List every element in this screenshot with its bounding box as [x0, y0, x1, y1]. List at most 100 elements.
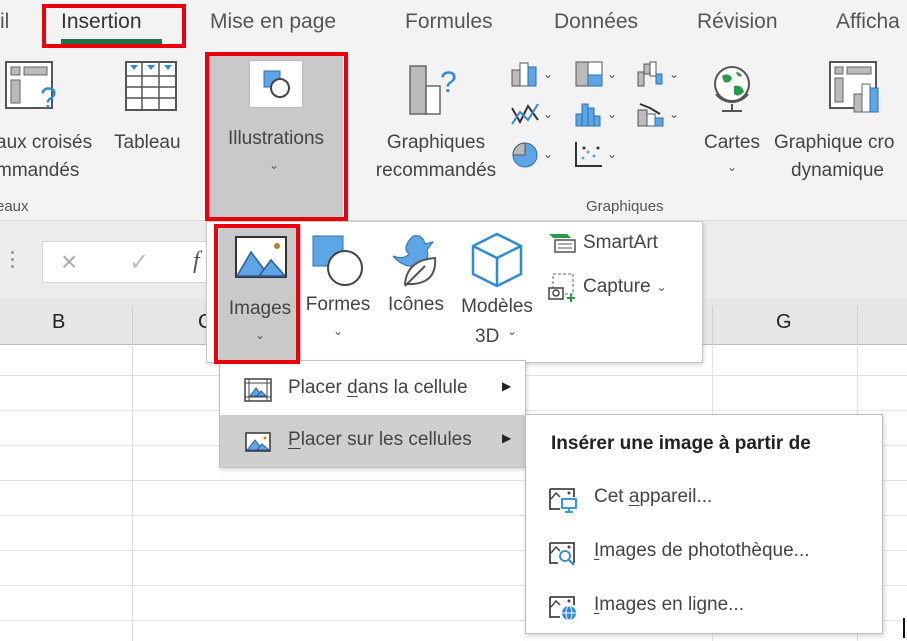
shapes-button[interactable]: Formes ⌄ — [303, 226, 373, 346]
images-label: Images — [228, 298, 292, 319]
tab-accueil[interactable]: il — [0, 10, 9, 34]
column-chart-button[interactable]: ⌄ — [510, 60, 553, 88]
submenu-arrow-icon: ▶ — [502, 379, 512, 393]
screenshot-icon — [548, 273, 575, 302]
ribbon: ? aux croisés mmandés Tableau eaux Illus… — [0, 48, 907, 221]
place-over-cells-icon — [245, 432, 271, 452]
pie-chart-button[interactable]: ⌄ — [510, 140, 553, 168]
enter-icon[interactable]: ✓ — [129, 248, 149, 277]
chevron-down-icon: ⌄ — [656, 280, 667, 294]
maps-label: Cartes — [704, 132, 760, 153]
icons-icon — [392, 235, 437, 287]
chevron-down-icon: ⌄ — [269, 158, 280, 172]
scatter-chart-button[interactable]: ⌄ — [574, 140, 617, 168]
cancel-icon[interactable]: × — [61, 246, 77, 278]
insert-image-from-submenu: Insérer une image à partir de Cet appare… — [525, 414, 883, 634]
place-in-cell-icon — [244, 378, 272, 402]
formula-bar-buttons: × ✓ f — [42, 241, 222, 283]
online-pictures-item[interactable]: Images en ligne... — [526, 587, 882, 627]
line-chart-icon — [511, 103, 539, 125]
illustrations-button[interactable]: Illustrations ⌄ — [209, 56, 343, 219]
pivot-chart-icon — [829, 61, 879, 113]
tab-revision[interactable]: Révision — [697, 10, 778, 34]
svg-text:?: ? — [440, 66, 457, 99]
shapes-label: Formes — [305, 294, 371, 315]
shapes-icon — [312, 235, 363, 286]
group-label-charts: Graphiques — [586, 198, 664, 215]
chevron-down-icon: ⌄ — [607, 107, 618, 121]
chevron-down-icon: ⌄ — [543, 147, 554, 161]
cube-icon — [471, 232, 523, 288]
submenu-heading: Insérer une image à partir de — [551, 433, 811, 454]
maps-button[interactable]: Cartes ⌄ — [700, 56, 764, 176]
3d-models-label-line1: Modèles — [461, 296, 533, 317]
chevron-down-icon: ⌄ — [255, 328, 266, 342]
place-over-cells-item[interactable]: Placer sur les cellules ▶ — [220, 415, 525, 467]
recommended-charts-icon: ? — [409, 65, 457, 115]
tab-mise-en-page[interactable]: Mise en page — [210, 10, 336, 34]
chevron-down-icon: ⌄ — [507, 324, 518, 338]
tab-formules[interactable]: Formules — [405, 10, 493, 34]
smartart-button[interactable]: SmartArt — [547, 232, 658, 254]
pivot-chart-button[interactable]: Graphique cro dynamique — [770, 56, 907, 186]
column-header-b[interactable]: B — [52, 311, 65, 334]
this-device-icon — [549, 488, 577, 513]
recommended-charts-button[interactable]: ? Graphiques recommandés — [362, 56, 507, 186]
tab-donnees[interactable]: Données — [554, 10, 638, 34]
pivot-label-line1: aux croisés — [0, 132, 93, 153]
screenshot-button[interactable]: Capture ⌄ — [547, 272, 667, 302]
stock-images-item[interactable]: Images de photothèque... — [526, 533, 882, 573]
chevron-down-icon: ⌄ — [669, 107, 680, 121]
column-header-g[interactable]: G — [776, 311, 792, 334]
hierarchy-chart-button[interactable]: ⌄ — [574, 60, 617, 88]
table-button[interactable]: Tableau — [112, 56, 192, 156]
active-tab-indicator — [61, 39, 162, 44]
waterfall-chart-icon — [637, 61, 663, 87]
smartart-label: SmartArt — [583, 232, 658, 253]
3d-models-label-line2: 3D — [475, 326, 500, 347]
grip-handle[interactable] — [11, 251, 15, 273]
stock-images-icon — [549, 542, 575, 566]
illustrations-label: Illustrations — [227, 128, 325, 149]
tab-affichage[interactable]: Afficha — [836, 10, 900, 34]
table-label: Tableau — [114, 132, 181, 153]
chevron-down-icon: ⌄ — [607, 147, 618, 161]
screenshot-label: Capture — [583, 276, 651, 297]
recommended-charts-line2: recommandés — [375, 160, 497, 181]
column-separator[interactable] — [132, 306, 133, 345]
pivot-label-line2: mmandés — [0, 160, 80, 181]
line-chart-button[interactable]: ⌄ — [510, 100, 553, 128]
illustrations-dropdown: Images ⌄ Formes ⌄ Icônes Modèles 3D ⌄ Sm… — [206, 221, 703, 364]
column-separator[interactable] — [857, 306, 858, 345]
recommended-pivot-button[interactable]: ? aux croisés mmandés — [0, 56, 108, 186]
ribbon-tabs: il Insertion Mise en page Formules Donné… — [0, 0, 907, 48]
shapes-icon — [263, 70, 290, 98]
3d-models-button[interactable]: Modèles 3D ⌄ — [455, 226, 539, 356]
icons-label: Icônes — [388, 294, 444, 315]
insert-function-button[interactable]: f — [193, 248, 200, 275]
text-cursor — [903, 618, 905, 638]
pie-chart-icon — [512, 142, 538, 168]
combo-chart-button[interactable]: ⌄ — [636, 100, 679, 128]
column-chart-icon — [511, 62, 537, 87]
online-pictures-icon — [549, 596, 576, 621]
submenu-arrow-icon: ▶ — [502, 431, 512, 445]
pivot-table-question-icon: ? — [5, 61, 57, 112]
column-separator[interactable] — [712, 306, 713, 345]
recommended-charts-line1: Graphiques — [386, 132, 486, 153]
chevron-down-icon: ⌄ — [543, 107, 554, 121]
icons-button[interactable]: Icônes — [381, 226, 451, 326]
tab-insertion[interactable]: Insertion — [61, 10, 142, 34]
place-in-cell-item[interactable]: Placer dans la cellule ▶ — [220, 363, 525, 415]
scatter-chart-icon — [575, 142, 602, 167]
treemap-chart-icon — [575, 61, 603, 87]
this-device-item[interactable]: Cet appareil... — [526, 479, 882, 519]
group-label-tables: eaux — [0, 198, 29, 215]
waterfall-chart-button[interactable]: ⌄ — [636, 60, 679, 88]
chevron-down-icon: ⌄ — [543, 67, 554, 81]
images-button[interactable]: Images ⌄ — [219, 226, 301, 364]
statistic-chart-button[interactable]: ⌄ — [574, 100, 617, 128]
chevron-down-icon: ⌄ — [727, 160, 738, 174]
table-icon — [125, 61, 177, 111]
images-submenu: Placer dans la cellule ▶ Placer sur les … — [219, 360, 526, 468]
